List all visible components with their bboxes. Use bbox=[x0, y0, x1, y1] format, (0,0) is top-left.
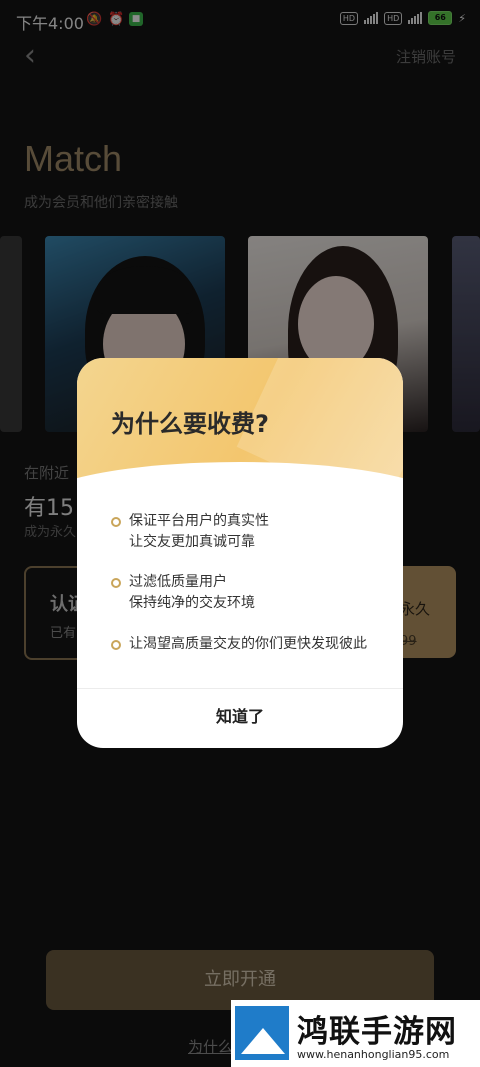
reason-line: 过滤低质量用户 bbox=[129, 574, 227, 590]
reason-item: 让渴望高质量交友的你们更快发现彼此 bbox=[111, 634, 381, 655]
reason-line: 让交友更加真诚可靠 bbox=[129, 534, 255, 550]
why-charge-dialog: 为什么要收费? 保证平台用户的真实性 让交友更加真诚可靠 过滤低质量用户 保持纯… bbox=[77, 358, 403, 748]
bullet-icon bbox=[111, 640, 121, 650]
reason-line: 让渴望高质量交友的你们更快发现彼此 bbox=[129, 636, 367, 652]
screen: 下午4:00 🔕 ⏰ ■ HD HD 66 ⚡ ‹ 注销账号 Match 成为会… bbox=[0, 0, 480, 1067]
dialog-title: 为什么要收费? bbox=[111, 410, 269, 438]
watermark: 鸿联手游网 www.henanhonglian95.com bbox=[231, 1000, 480, 1067]
watermark-logo-icon bbox=[235, 1006, 289, 1060]
reason-item: 过滤低质量用户 保持纯净的交友环境 bbox=[111, 572, 381, 614]
reason-line: 保证平台用户的真实性 bbox=[129, 513, 269, 529]
reason-line: 保持纯净的交友环境 bbox=[129, 595, 255, 611]
bullet-icon bbox=[111, 517, 121, 527]
got-it-button[interactable]: 知道了 bbox=[77, 689, 403, 748]
watermark-title: 鸿联手游网 bbox=[297, 1014, 457, 1050]
bullet-icon bbox=[111, 578, 121, 588]
watermark-url: www.henanhonglian95.com bbox=[297, 1048, 450, 1061]
reason-item: 保证平台用户的真实性 让交友更加真诚可靠 bbox=[111, 511, 381, 553]
